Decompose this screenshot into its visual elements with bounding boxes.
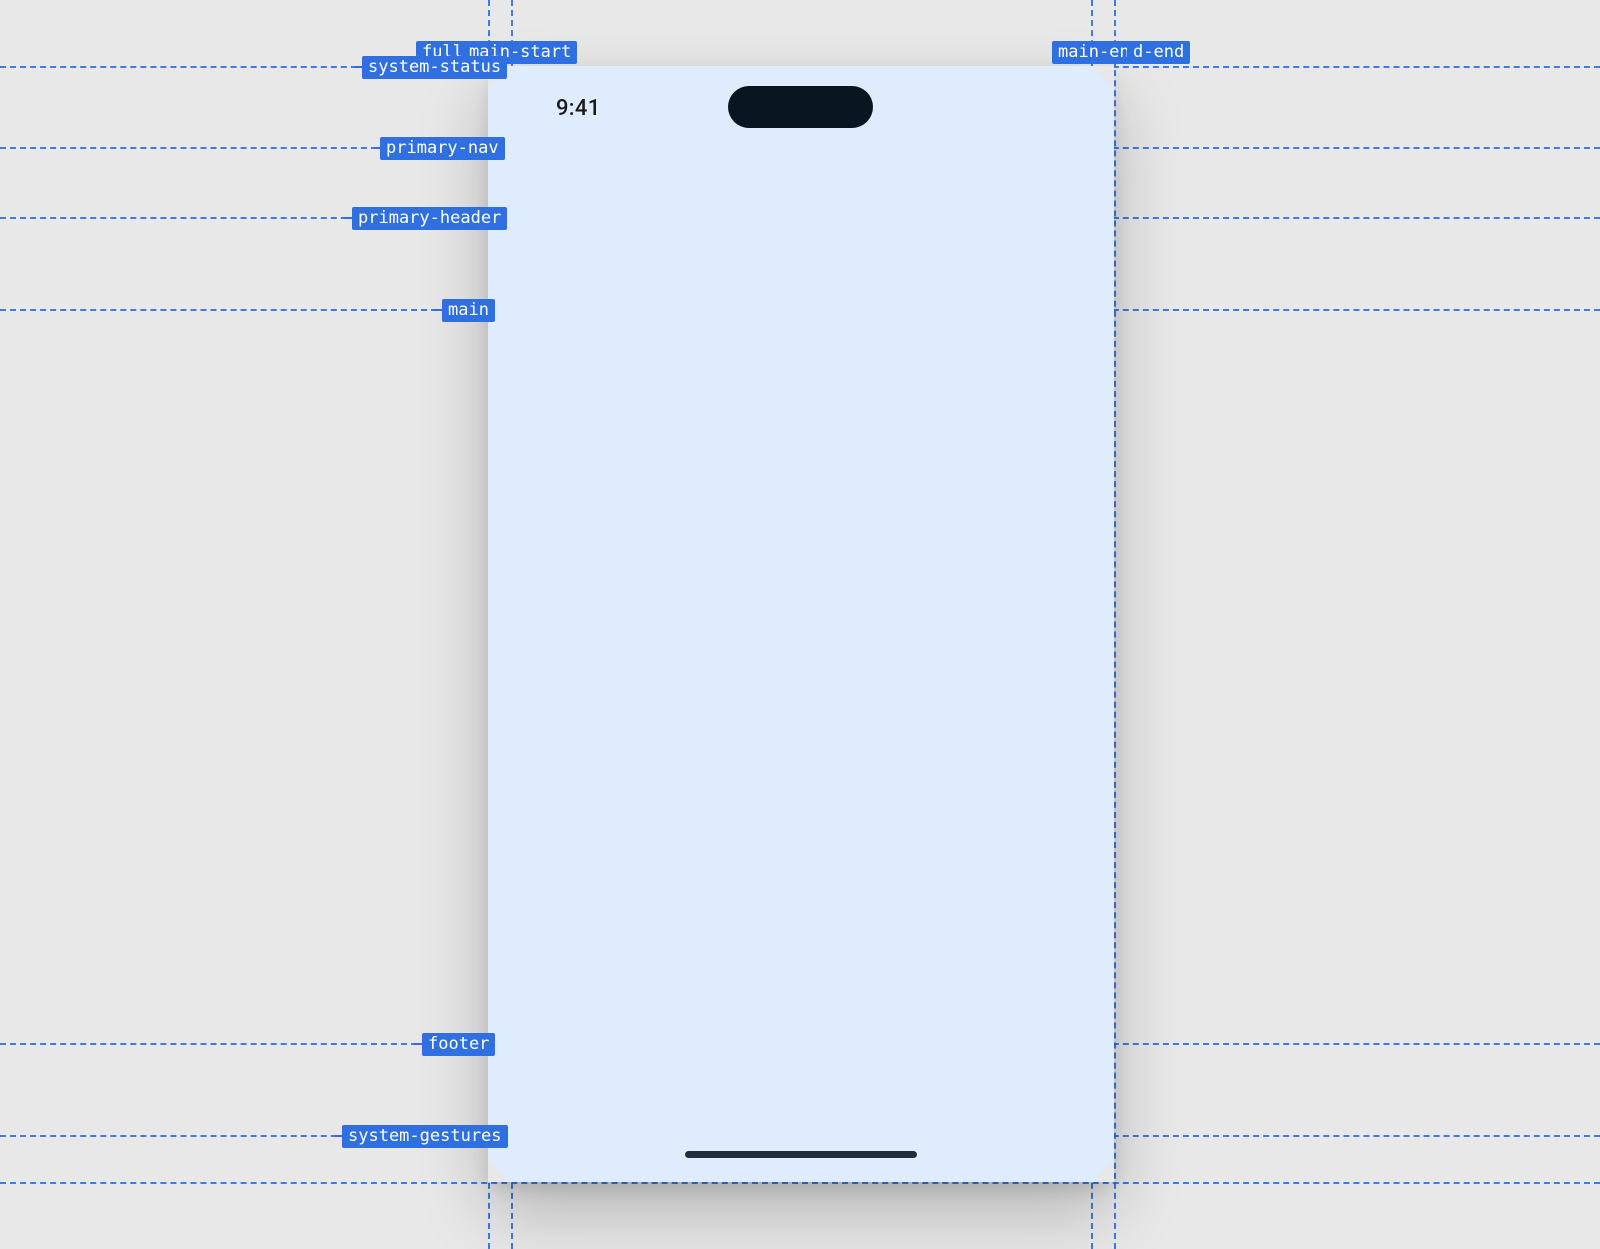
phone-frame xyxy=(488,66,1114,1182)
guide-fullbleed-end xyxy=(1114,0,1116,1249)
corner-decoration xyxy=(1092,66,1114,88)
corner-decoration xyxy=(1092,1160,1114,1182)
dynamic-island xyxy=(728,86,873,128)
corner-decoration xyxy=(488,1160,510,1182)
label-system-status: system-status xyxy=(362,56,507,79)
label-footer: footer xyxy=(422,1033,495,1056)
status-bar-time: 9:41 xyxy=(556,96,601,121)
guide-bottom-edge xyxy=(0,1182,1600,1184)
label-primary-header: primary-header xyxy=(352,207,507,230)
label-main: main xyxy=(442,299,495,322)
label-system-gestures: system-gestures xyxy=(342,1125,508,1148)
label-fullbleed-end: d-end xyxy=(1127,41,1190,64)
label-primary-nav: primary-nav xyxy=(380,137,505,160)
home-indicator[interactable] xyxy=(685,1151,917,1158)
